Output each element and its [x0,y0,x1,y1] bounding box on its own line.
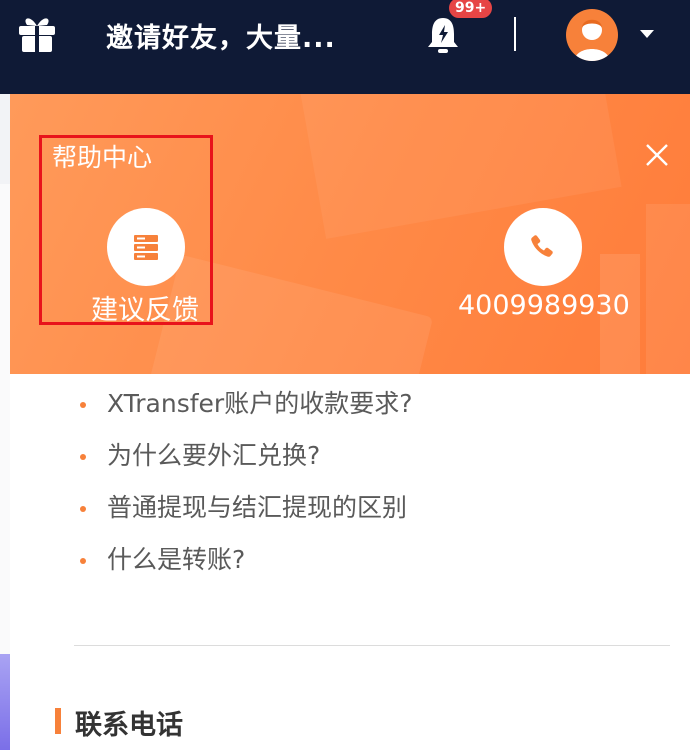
section-divider [74,645,670,646]
banner-decoration [298,94,622,239]
bell-icon[interactable] [424,14,462,56]
promo-title[interactable]: 邀请好友，大量... [106,16,336,55]
top-bar: 邀请好友，大量... 99+ [0,0,690,94]
faq-question[interactable]: 为什么要外汇兑换? [107,437,320,475]
background-strip [0,94,10,750]
bullet-icon [80,402,86,408]
background-band [0,184,10,724]
faq-question[interactable]: 普通提现与结汇提现的区别 [107,489,407,527]
highlight-box [39,135,213,325]
avatar[interactable] [566,9,618,61]
background-purple [0,654,10,750]
gift-icon[interactable] [16,12,58,54]
faq-question[interactable]: 什么是转账? [107,541,245,579]
faq-question[interactable]: XTransfer账户的收款要求? [107,385,412,423]
close-icon[interactable] [644,142,670,168]
chevron-down-icon[interactable] [640,30,654,38]
notification-badge: 99+ [447,0,495,20]
bullet-icon [80,506,86,512]
bullet-icon [80,558,86,564]
user-avatar-icon [574,19,610,61]
divider [514,17,516,51]
phone-button[interactable] [504,208,582,286]
phone-number[interactable]: 4009989930 [458,290,630,321]
banner-decoration [646,204,690,374]
contact-section-title: 联系电话 [75,710,183,741]
phone-icon [531,235,553,257]
bullet-icon [80,454,86,460]
section-accent-bar [55,708,61,734]
